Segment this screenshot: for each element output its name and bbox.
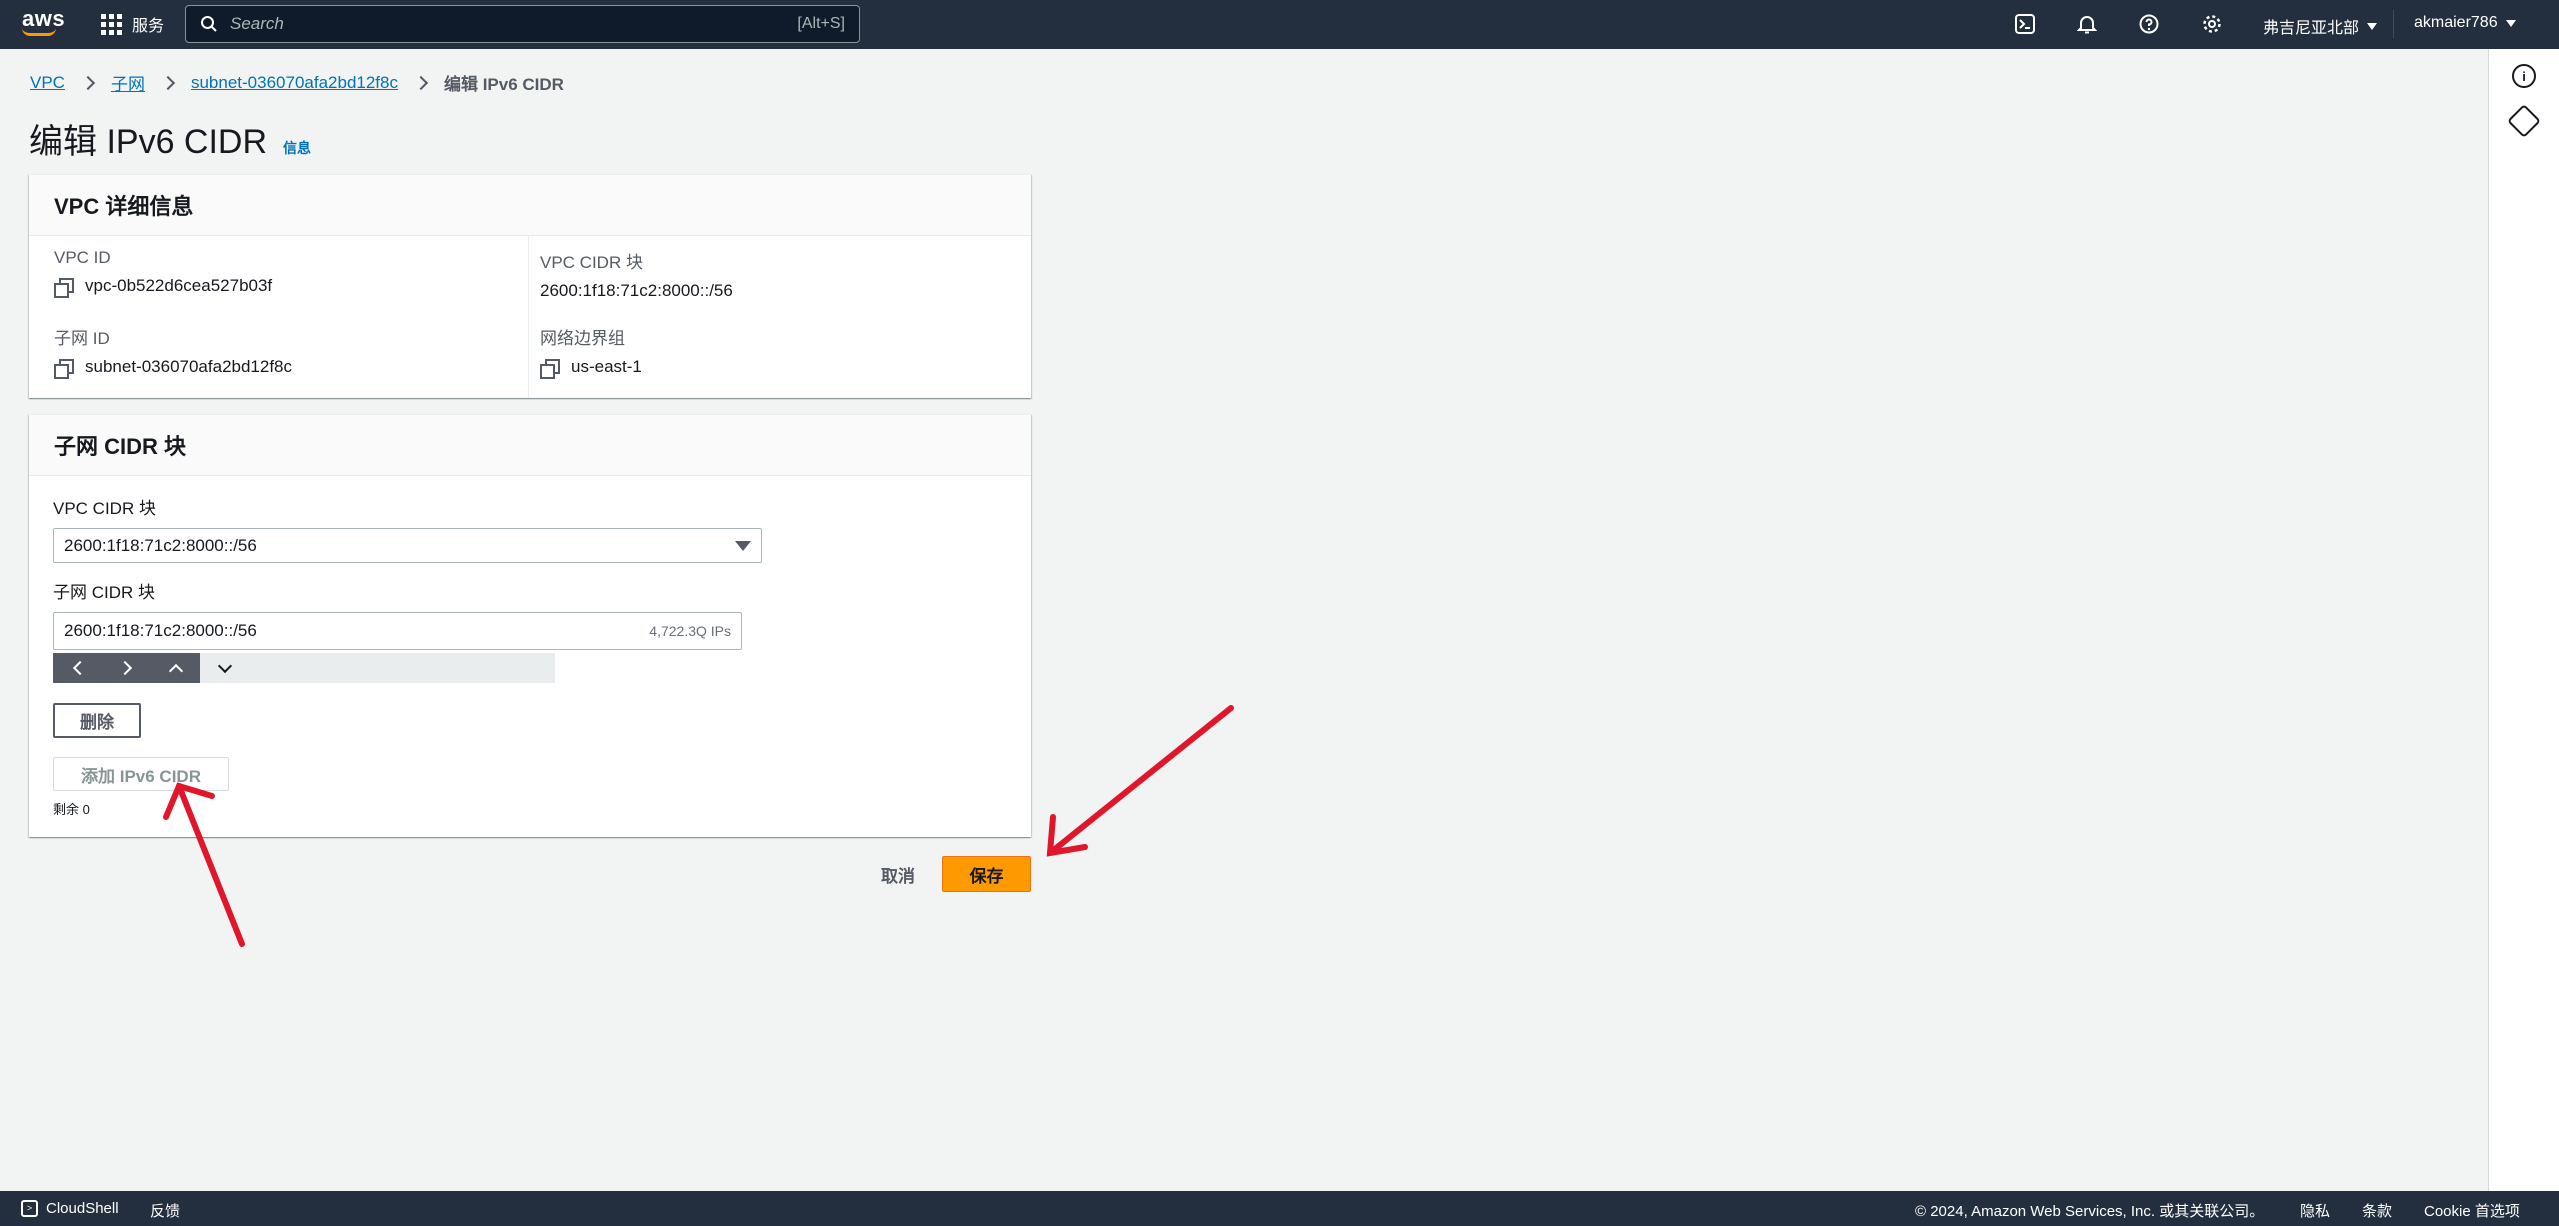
chevron-up-icon [168,663,183,678]
grid-icon [101,13,122,35]
search-input[interactable] [230,14,798,34]
expand-up-button[interactable] [151,653,200,683]
search-bar[interactable]: [Alt+S] [185,5,860,43]
feedback-link[interactable]: 反馈 [150,1200,180,1221]
region-selector[interactable]: 弗吉尼亚北部 [2263,14,2378,38]
vpc-cidr-detail: VPC CIDR 块 2600:1f18:71c2:8000::/56 [540,248,733,301]
subnet-id-label: 子网 ID [54,329,110,348]
hexagon-icon[interactable] [2507,104,2541,138]
footer: > CloudShell 反馈 © 2024, Amazon Web Servi… [0,1191,2559,1226]
caret-down-icon [2505,19,2516,27]
cancel-button[interactable]: 取消 [881,862,915,887]
breadcrumb: VPC 子网 subnet-036070afa2bd12f8c 编辑 IPv6 … [30,70,564,95]
border-group-value: us-east-1 [571,357,642,376]
breadcrumb-vpc[interactable]: VPC [30,73,65,93]
subnet-cidr-input-value: 2600:1f18:71c2:8000::/56 [64,621,257,640]
border-group-detail: 网络边界组 us-east-1 [540,324,642,379]
vpc-cidr-select[interactable]: 2600:1f18:71c2:8000::/56 [53,528,762,563]
search-icon [201,16,217,32]
chevron-right-icon [80,75,96,90]
subnet-cidr-header: 子网 CIDR 块 [29,415,1031,476]
subnet-cidr-title: 子网 CIDR 块 [54,434,187,459]
info-icon[interactable]: i [2512,64,2536,88]
copyright: © 2024, Amazon Web Services, Inc. 或其关联公司… [1915,1200,2264,1221]
cloudshell-icon[interactable] [2014,13,2036,35]
chevron-right-icon [160,75,176,90]
collapse-down-button[interactable] [200,653,249,683]
save-button[interactable]: 保存 [942,856,1031,892]
remove-button[interactable]: 删除 [53,703,141,738]
feedback-label: 反馈 [150,1203,181,1220]
services-label: 服务 [132,18,165,35]
vpc-details-header: VPC 详细信息 [29,175,1031,236]
vpc-cidr-select-label: VPC CIDR 块 [53,499,156,518]
cookie-label: Cookie 首选项 [2424,1203,2520,1220]
subnet-cidr-input-label: 子网 CIDR 块 [53,583,155,602]
cookie-preferences-link[interactable]: Cookie 首选项 [2424,1200,2520,1221]
caret-down-icon [2367,22,2378,30]
account-label: akmaier786 [2414,14,2498,31]
copy-icon[interactable] [540,358,560,379]
privacy-label: 隐私 [2300,1203,2331,1220]
subnet-id-detail: 子网 ID subnet-036070afa2bd12f8c [54,324,293,379]
cloudshell-icon: > [21,1200,38,1217]
subnet-cidr-panel: 子网 CIDR 块 VPC CIDR 块 2600:1f18:71c2:8000… [29,414,1031,837]
cloudshell-label: CloudShell [46,1200,119,1217]
terms-label: 条款 [2362,1203,2393,1220]
ip-count: 4,722.3Q IPs [649,623,731,639]
breadcrumb-subnets[interactable]: 子网 [111,70,145,95]
cloudshell-footer-button[interactable]: > CloudShell [21,1200,119,1217]
bell-icon[interactable] [2076,13,2098,35]
vpc-id-label: VPC ID [54,248,111,267]
info-link[interactable]: 信息 [283,138,311,158]
vpc-cidr-select-value: 2600:1f18:71c2:8000::/56 [64,535,257,555]
terms-link[interactable]: 条款 [2362,1200,2392,1221]
add-ipv6-cidr-button[interactable]: 添加 IPv6 CIDR [53,757,229,791]
caret-down-icon [735,540,751,551]
subnet-id-value: subnet-036070afa2bd12f8c [85,357,293,376]
services-menu-button[interactable]: 服务 [101,12,164,36]
breadcrumb-current: 编辑 IPv6 CIDR [443,75,564,94]
vpc-details-title: VPC 详细信息 [54,194,194,219]
privacy-link[interactable]: 隐私 [2300,1200,2330,1221]
arrow-to-save-button [1046,705,1234,857]
breadcrumb-subnet-id[interactable]: subnet-036070afa2bd12f8c [191,73,398,93]
chevron-left-icon [72,660,87,676]
vpc-cidr-value: 2600:1f18:71c2:8000::/56 [540,281,733,300]
subnet-cidr-input[interactable]: 2600:1f18:71c2:8000::/56 4,722.3Q IPs [53,612,742,650]
chevron-right-icon [117,660,132,676]
vpc-id-value: vpc-0b522d6cea527b03f [85,276,273,295]
remaining-count: 剩余 0 [53,802,90,817]
region-label: 弗吉尼亚北部 [2263,20,2360,37]
help-icon[interactable] [2138,13,2160,35]
copyright-text: © 2024, Amazon Web Services, Inc. 或其关联公司… [1915,1203,2265,1220]
vpc-details-panel: VPC 详细信息 VPC ID vpc-0b522d6cea527b03f 子网… [29,174,1031,398]
page-header: 编辑 IPv6 CIDR 信息 [29,114,311,163]
border-group-label: 网络边界组 [540,329,625,348]
search-shortcut-hint: [Alt+S] [797,15,845,32]
page-title: 编辑 IPv6 CIDR [29,123,268,161]
right-tools-rail: i [2488,49,2559,1191]
gear-icon[interactable] [2201,13,2223,35]
chevron-down-icon [217,658,232,673]
copy-icon[interactable] [54,277,74,298]
vpc-cidr-label: VPC CIDR 块 [540,253,643,272]
top-navigation: aws 服务 [Alt+S] 弗吉尼亚北部 akmaier786 [0,0,2559,49]
cidr-stepper [53,653,555,683]
copy-icon[interactable] [54,358,74,379]
aws-logo-text: aws [22,6,66,31]
vpc-id-detail: VPC ID vpc-0b522d6cea527b03f [54,248,273,298]
chevron-right-icon [413,75,429,90]
aws-logo[interactable]: aws [22,6,66,40]
decrement-left-button[interactable] [53,653,102,683]
increment-right-button[interactable] [102,653,151,683]
account-menu[interactable]: akmaier786 [2414,14,2516,32]
